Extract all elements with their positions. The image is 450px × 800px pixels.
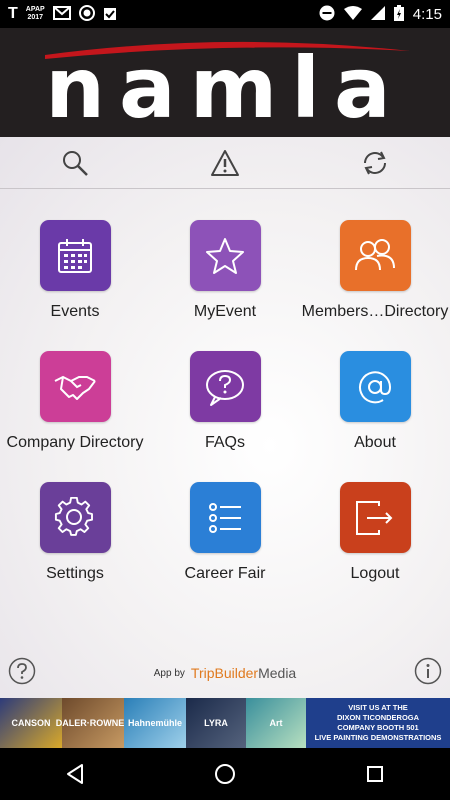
do-not-disturb-icon <box>319 5 335 24</box>
ad-segment-daler: DALER·ROWNEY <box>56 698 130 748</box>
question-bubble-icon <box>206 369 244 406</box>
members-icon-box <box>339 220 411 291</box>
tile-logout[interactable]: Logout <box>300 482 450 602</box>
signal-icon <box>370 5 385 23</box>
record-icon <box>78 4 95 24</box>
tile-label-logout: Logout <box>350 565 400 582</box>
list-icon <box>209 502 241 533</box>
tile-label-career-fair: Career Fair <box>184 565 266 582</box>
gear-icon <box>54 496 93 536</box>
namla-logo: namla <box>35 33 415 137</box>
recents-icon <box>367 766 383 782</box>
tile-faqs[interactable]: FAQs <box>150 351 300 471</box>
tile-settings[interactable]: Settings <box>0 482 150 602</box>
info-button[interactable] <box>414 657 442 690</box>
company-icon-box <box>39 351 111 422</box>
help-button[interactable] <box>8 657 36 690</box>
tile-about[interactable]: About <box>300 351 450 471</box>
tile-label-myevent: MyEvent <box>193 303 257 320</box>
tile-members-directory[interactable]: Members…Directory <box>300 220 450 340</box>
carrier-icon: T <box>8 5 18 22</box>
sync-icon <box>364 151 386 174</box>
back-icon <box>67 764 83 784</box>
status-bar: T APAP 2017 4:15 <box>0 0 450 28</box>
android-nav-bar <box>0 748 450 800</box>
faqs-icon-box <box>189 351 261 422</box>
search-button[interactable] <box>50 143 100 183</box>
tile-label-settings: Settings <box>46 565 104 582</box>
tile-career-fair[interactable]: Career Fair <box>150 482 300 602</box>
logout-icon <box>356 500 393 535</box>
ad-line-3: COMPANY BOOTH 501 <box>337 723 419 732</box>
ad-segment-canson: CANSON <box>0 698 62 748</box>
main-area: Events MyEvent Members…Directory Company… <box>0 137 450 698</box>
tile-events[interactable]: Events <box>0 220 150 340</box>
ad-segment-art: Art <box>246 698 306 748</box>
apap-line1: APAP <box>25 6 45 13</box>
handshake-icon <box>54 375 96 400</box>
wifi-icon <box>343 5 362 23</box>
gmail-icon <box>52 5 71 23</box>
at-icon <box>359 370 392 403</box>
recents-button[interactable] <box>345 754 405 794</box>
home-button[interactable] <box>195 754 255 794</box>
tile-label-company-directory: Company Directory <box>6 434 144 451</box>
clipboard-check-icon <box>103 5 117 24</box>
apap-notification-icon: APAP 2017 <box>26 6 45 22</box>
ad-line-2: DIXON TICONDEROGA <box>336 713 420 722</box>
app-by-label: App by <box>153 667 185 679</box>
career-icon-box <box>189 482 261 553</box>
tile-label-faqs: FAQs <box>204 434 245 451</box>
logout-icon-box <box>339 482 411 553</box>
tripbuilder-logo: TripBuilderMedia <box>191 665 296 681</box>
app-credit: App by TripBuilderMedia <box>154 665 296 681</box>
ad-line-1: VISIT US AT THE <box>348 703 408 712</box>
star-icon <box>206 237 244 274</box>
help-icon <box>8 657 36 684</box>
ad-banner[interactable]: CANSON DALER·ROWNEY Hahnemühle LYRA Art … <box>0 698 450 748</box>
sync-button[interactable] <box>350 143 400 183</box>
settings-icon-box <box>39 482 111 553</box>
ad-line-4: LIVE PAINTING DEMONSTRATIONS <box>314 733 442 742</box>
apap-line2: 2017 <box>27 14 44 21</box>
home-icon <box>215 764 235 784</box>
calendar-icon <box>58 238 92 273</box>
ad-product-strip: CANSON DALER·ROWNEY Hahnemühle LYRA Art <box>0 698 306 748</box>
toolbar <box>0 137 450 189</box>
alerts-button[interactable] <box>200 143 250 183</box>
tile-label-events: Events <box>50 303 100 320</box>
media-text: Media <box>258 665 297 681</box>
people-icon <box>355 238 395 270</box>
tile-label-about: About <box>354 434 396 451</box>
tile-label-members-directory: Members…Directory <box>301 303 449 320</box>
ad-text-panel: VISIT US AT THE DIXON TICONDEROGA COMPAN… <box>306 698 450 748</box>
ad-segment-lyra: LYRA <box>186 698 246 748</box>
search-icon <box>63 150 88 176</box>
footer-row: App by TripBuilderMedia <box>0 653 450 693</box>
tile-company-directory[interactable]: Company Directory <box>0 351 150 471</box>
logo-text: namla <box>45 38 405 137</box>
ad-segment-hahnemuhle: Hahnemühle <box>124 698 186 748</box>
about-icon-box <box>339 351 411 422</box>
alert-icon <box>211 149 239 176</box>
tripbuilder-text: TripBuilder <box>190 665 259 681</box>
battery-charging-icon <box>393 4 404 24</box>
events-icon-box <box>39 220 111 291</box>
myevent-icon-box <box>189 220 261 291</box>
tile-myevent[interactable]: MyEvent <box>150 220 300 340</box>
clock: 4:15 <box>412 5 442 23</box>
app-header: namla <box>0 28 450 137</box>
info-icon <box>414 657 442 684</box>
back-button[interactable] <box>45 754 105 794</box>
